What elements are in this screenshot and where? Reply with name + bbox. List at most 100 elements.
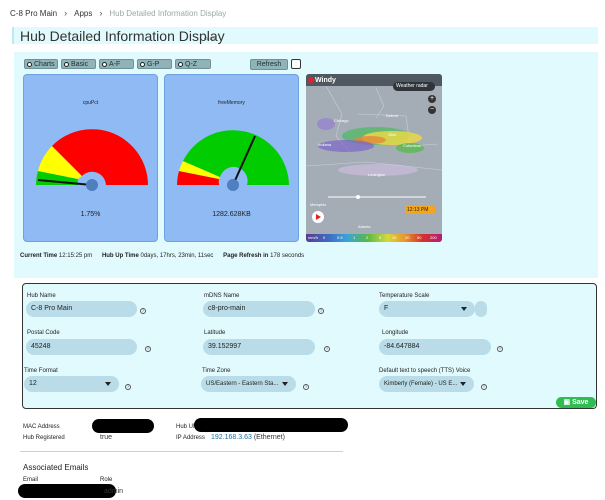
time-zone-label: Time Zone [202, 368, 231, 374]
breadcrumb-item-hub[interactable]: C-8 Pro Main [10, 9, 57, 18]
temperature-scale-label: Temperature Scale [379, 293, 430, 299]
caret-down-icon [461, 307, 467, 311]
weather-radar-button[interactable]: Weather radar [393, 82, 435, 91]
temperature-scale-select[interactable]: F [379, 301, 475, 317]
ip-suffix: (Ethernet) [253, 434, 285, 441]
select-value: 12 [29, 380, 37, 387]
map-city: Columbus [403, 143, 422, 148]
map-city: Chicago [334, 118, 349, 123]
select-value: F [384, 305, 389, 312]
email-column-header: Email [23, 477, 39, 483]
caret-down-icon [105, 382, 111, 386]
save-button[interactable]: ▣ Save [556, 397, 596, 408]
ip-address-link[interactable]: 192.168.3.63 (Ethernet) [211, 434, 285, 441]
chevron-right-icon: › [99, 8, 103, 18]
divider [20, 451, 343, 452]
charts-panel: Charts Basic A-F G-P Q-Z Refresh cpuPct … [14, 52, 598, 278]
weather-map[interactable]: Windy Weather radar + − Chicago Detroit … [306, 74, 442, 242]
scale-label: 50 [417, 235, 422, 240]
mac-address-label: MAC Address [23, 424, 60, 430]
chevron-right-icon: › [64, 8, 68, 18]
gauge-title: cpuPct [82, 100, 99, 106]
tts-voice-select[interactable]: Kimberly (Female) - US E... [379, 376, 474, 392]
tab-label: G-P [147, 60, 160, 68]
mdns-name-field[interactable]: c8-pro-main [203, 301, 315, 317]
map-city: Ohio [388, 132, 397, 137]
radio-icon [27, 61, 32, 67]
breadcrumb: C-8 Pro Main › Apps › Hub Detailed Infor… [10, 6, 226, 20]
refresh-button[interactable]: Refresh [250, 59, 288, 70]
gauge-card-memory: freeMemory 1282.628KB [164, 74, 299, 242]
scale-label: 1 [353, 235, 356, 240]
map-base [306, 85, 442, 234]
tab-g-p[interactable]: G-P [137, 59, 172, 69]
help-icon[interactable]: ? [318, 308, 324, 314]
tab-charts[interactable]: Charts [24, 59, 58, 69]
caret-down-icon [460, 382, 466, 386]
postal-code-label: Postal Code [27, 330, 60, 336]
radio-icon [64, 61, 69, 67]
current-time-label: Current Time [20, 253, 58, 259]
map-city: Detroit [386, 113, 398, 118]
scale-label: 10 [392, 235, 397, 240]
tts-voice-label: Default text to speech (TTS) Voice [379, 368, 471, 374]
hub-settings-card: Hub Name C-8 Pro Main ? mDNS Name c8-pro… [22, 283, 597, 409]
gauge-card-cpu: cpuPct 1.75% [23, 74, 158, 242]
caret-down-icon [282, 382, 288, 386]
ip-address-value: 192.168.3.63 [211, 434, 252, 441]
postal-code-field[interactable]: 45248 [26, 339, 137, 355]
map-city: Lexington [368, 172, 386, 177]
cpu-gauge [36, 129, 148, 191]
select-value: Kimberly (Female) - US E... [384, 381, 458, 387]
tab-a-f[interactable]: A-F [99, 59, 134, 69]
uptime-label: Hub Up Time [101, 253, 139, 259]
time-format-select[interactable]: 12 [24, 376, 119, 392]
hub-name-label: Hub Name [27, 293, 56, 299]
scale-label: 0 [323, 235, 326, 240]
ip-address-label: IP Address [176, 435, 205, 441]
role-column-header: Role [100, 477, 113, 483]
tab-q-z[interactable]: Q-Z [175, 59, 211, 69]
gauge-hub [86, 179, 98, 191]
play-icon[interactable] [312, 211, 324, 223]
latitude-field[interactable]: 39.152997 [203, 339, 315, 355]
zoom-in-icon[interactable]: + [428, 95, 436, 103]
page-refresh-label: Page Refresh in [223, 253, 269, 259]
memory-gauge [177, 130, 289, 191]
windy-logo-icon [308, 77, 314, 83]
uptime-value: 0days, 17hrs, 23min, 11sec [140, 253, 214, 259]
hub-registered-label: Hub Registered [23, 435, 65, 441]
select-value: US/Eastern - Eastern Sta... [206, 381, 279, 387]
help-icon[interactable]: ? [303, 384, 309, 390]
scale-label: 0.5 [337, 235, 343, 240]
help-icon[interactable]: ? [140, 308, 146, 314]
select-tail [475, 301, 487, 317]
settings-icon[interactable] [291, 59, 301, 69]
radio-icon [140, 61, 145, 67]
longitude-field[interactable]: -84.647884 [379, 339, 491, 355]
scale-label: 2 [366, 235, 369, 240]
time-zone-select[interactable]: US/Eastern - Eastern Sta... [201, 376, 296, 392]
help-icon[interactable]: ? [145, 346, 151, 352]
current-time-value: 12:15:25 pm [58, 253, 93, 259]
help-icon[interactable]: ? [324, 346, 330, 352]
tab-label: Charts [34, 60, 55, 68]
breadcrumb-item-apps[interactable]: Apps [74, 9, 92, 18]
latitude-label: Latitude [204, 330, 226, 336]
tab-basic[interactable]: Basic [61, 59, 96, 69]
help-icon[interactable]: ? [497, 346, 503, 352]
gauge-value: 1.75% [80, 211, 101, 218]
save-label: Save [572, 399, 589, 406]
map-brand: Windy [315, 77, 336, 84]
gauge-title: freeMemory [218, 100, 245, 106]
title-bar: Hub Detailed Information Display v3.1.0 [12, 27, 598, 44]
tab-label: Basic [71, 60, 89, 68]
help-icon[interactable]: ? [481, 384, 487, 390]
associated-emails-title: Associated Emails [23, 463, 89, 472]
status-line: Current Time 12:15:25 pm Hub Up Time 0da… [20, 253, 598, 262]
hub-name-field[interactable]: C-8 Pro Main [26, 301, 137, 317]
help-icon[interactable]: ? [125, 384, 131, 390]
zoom-out-icon[interactable]: − [428, 106, 436, 114]
page-title: Hub Detailed Information Display [20, 28, 225, 44]
map-city: Memphis [310, 202, 327, 207]
